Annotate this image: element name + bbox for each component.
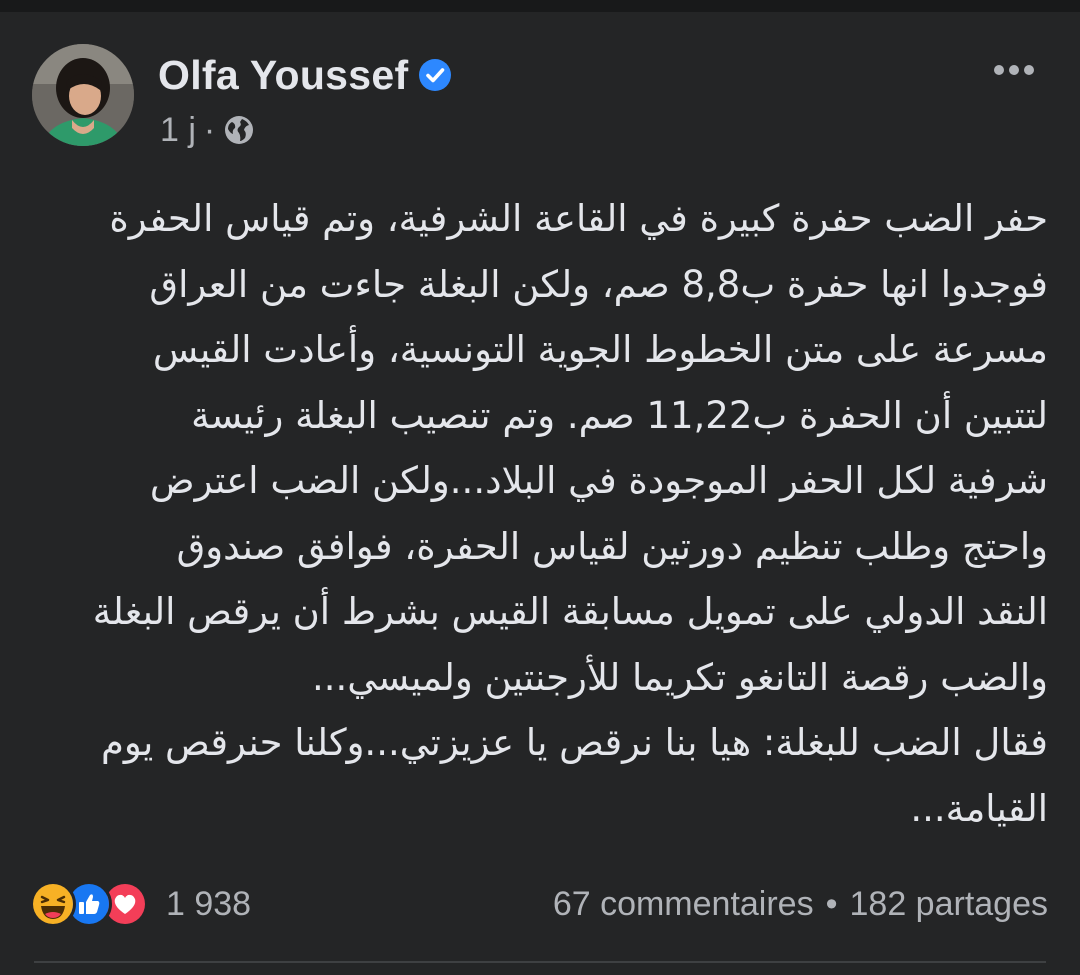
author-name[interactable]: Olfa Youssef: [158, 52, 408, 99]
footer-divider: [34, 961, 1046, 963]
post-text-line: فوجدوا انها حفرة ب8,8 صم، ولكن البغلة جا…: [149, 262, 1048, 306]
post-time[interactable]: 1 j: [160, 111, 196, 150]
post-text-line: والضب رقصة التانغو تكريما للأرجنتين ولمي…: [311, 655, 1048, 699]
post-text-line: حفر الضب حفرة كبيرة في القاعة الشرفية، و…: [109, 197, 1048, 240]
avatar[interactable]: [32, 44, 134, 146]
meta-separator: ·: [203, 110, 216, 149]
reaction-count: 1 938: [166, 884, 252, 923]
haha-icon: [30, 881, 76, 927]
post-text: حفر الضب حفرة كبيرة في القاعة الشرفية، و…: [40, 186, 1048, 841]
post-text-line: النقد الدولي على تمويل مسابقة القيس بشرط…: [92, 590, 1048, 633]
stats-separator: •: [825, 884, 838, 923]
post-text-line: لتتبين أن الحفرة ب11,22 صم. وتم تنصيب ال…: [191, 393, 1048, 437]
more-dot: [1009, 65, 1019, 75]
comments-count-link[interactable]: 67 commentaires: [553, 885, 814, 924]
reactions-summary[interactable]: 1 938: [30, 878, 251, 930]
post-header: Olfa Youssef 1 j ·: [32, 44, 1048, 154]
post-text-line: فقال الضب للبغلة: هيا بنا نرقص يا عزيزتي…: [100, 721, 1048, 764]
name-row: Olfa Youssef: [158, 50, 452, 100]
more-dot: [994, 65, 1004, 75]
post-text-line: واحتج وطلب تنظيم دورتين لقياس الحفرة، فو…: [176, 524, 1048, 568]
verified-badge-icon: [418, 58, 452, 92]
top-strip: [0, 0, 1080, 12]
post-text-line: القيامة...: [910, 786, 1048, 830]
shares-count-link[interactable]: 182 partages: [850, 885, 1049, 924]
post-meta: 1 j ·: [160, 108, 255, 152]
more-options-button[interactable]: [984, 50, 1044, 90]
post-footer: 1 938 67 commentaires • 182 partages: [30, 878, 1048, 930]
facebook-post: Olfa Youssef 1 j · حفر الضب حفرة كبيرة ف…: [0, 0, 1080, 975]
globe-icon: [223, 114, 255, 146]
post-text-line: مسرعة على متن الخطوط الجوية التونسية، وأ…: [152, 328, 1048, 371]
more-dot: [1024, 65, 1034, 75]
post-text-line: شرفية لكل الحفر الموجودة في البلاد...ولك…: [149, 459, 1048, 502]
post-stats: 67 commentaires • 182 partages: [553, 878, 1048, 930]
